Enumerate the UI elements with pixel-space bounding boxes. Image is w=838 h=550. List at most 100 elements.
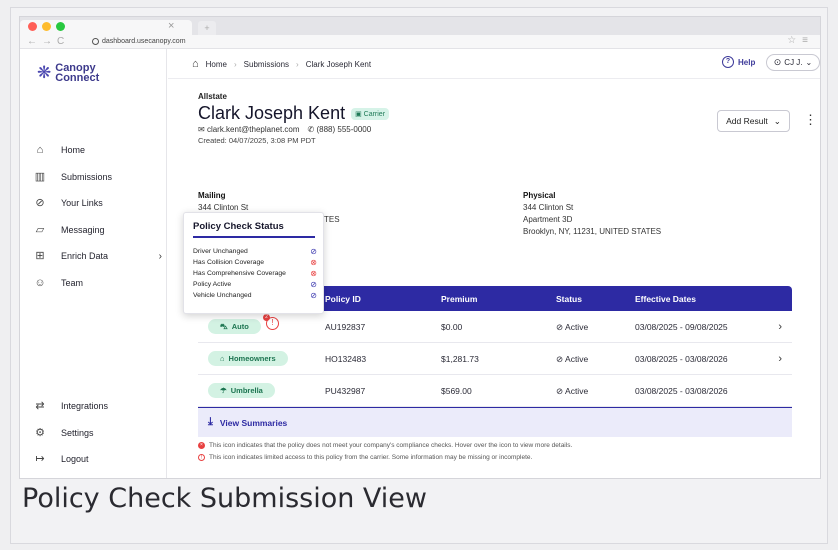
policy-id: PU432987 — [325, 386, 366, 396]
chevron-right-icon: › — [234, 59, 237, 69]
sidebar-item-label: Integrations — [61, 401, 109, 412]
enrich-data-icon: ⊞ — [35, 250, 45, 263]
url-field[interactable]: dashboard.usecanopy.com — [92, 38, 186, 45]
help-button[interactable]: ? Help — [722, 56, 755, 68]
logo-line2: Connect — [55, 72, 100, 84]
breadcrumb-current: Clark Joseph Kent — [305, 59, 372, 69]
more-options-icon[interactable]: ⋮ — [804, 112, 817, 128]
user-menu-button[interactable]: ⊙ CJ J. ⌄ — [766, 54, 820, 71]
email[interactable]: clark.kent@theplanet.com — [207, 125, 300, 134]
user-initials: CJ J. — [784, 58, 803, 67]
limited-access-icon: ! — [198, 454, 205, 461]
effective-dates: 03/08/2025 - 09/08/2025 — [635, 322, 728, 332]
submissions-icon: ▥ — [34, 170, 46, 183]
email-icon: ✉ — [198, 125, 205, 134]
car-icon: ⛍ — [220, 321, 228, 331]
canopy-logo-icon: ❋ — [37, 63, 52, 82]
effective-dates: 03/08/2025 - 03/08/2026 — [635, 386, 728, 396]
mailing-line3-tail: TES — [324, 215, 340, 224]
user-shield-icon: ⊙ — [773, 57, 782, 67]
table-row[interactable]: ⌂ Homeowners HO132483 $1,281.73 ⊘ Active … — [198, 343, 792, 375]
policy-check-label: Has Collision Coverage — [193, 259, 265, 266]
physical-line1: 344 Clinton St — [523, 203, 574, 212]
header-status: Status — [556, 294, 582, 304]
status: ⊘ Active — [556, 386, 589, 396]
policy-check-label: Has Comprehensive Coverage — [193, 270, 286, 277]
lock-icon — [92, 38, 99, 45]
view-summaries-button[interactable]: ⤓ View Summaries — [198, 407, 792, 437]
premium: $0.00 — [441, 322, 463, 332]
status: ⊘ Active — [556, 354, 589, 364]
logout-icon: ↦ — [35, 453, 45, 466]
policy-check-label: Policy Active — [193, 281, 232, 288]
policy-id: HO132483 — [325, 354, 367, 364]
compliance-fail-icon: × — [198, 442, 205, 449]
tab-bar: × + — [20, 17, 820, 35]
compliance-count-badge[interactable]: 2 — [263, 314, 270, 321]
sidebar-item-settings[interactable]: ⚙ Settings — [33, 420, 159, 447]
top-bar: ⌂ Home › Submissions › Clark Joseph Kent… — [168, 49, 820, 79]
sidebar-item-team[interactable]: ☺ Team — [33, 270, 159, 297]
chevron-down-icon: ⌄ — [805, 58, 813, 67]
limited-access-note: ! This icon indicates limited access to … — [198, 454, 532, 461]
sidebar-nav-bottom: ⇄ Integrations ⚙ Settings ↦ Logout — [33, 393, 159, 473]
add-result-button[interactable]: Add Result ⌄ — [717, 110, 790, 132]
premium: $1,281.73 — [441, 354, 479, 364]
check-fail-icon: ⊗ — [310, 258, 317, 267]
compliance-note: × This icon indicates that the policy do… — [198, 442, 572, 449]
sidebar-nav: ⌂ Home ▥ Submissions ⊘ Your Links ▱ Messaging ⊞ E… — [33, 137, 162, 297]
sidebar-item-integrations[interactable]: ⇄ Integrations — [33, 393, 159, 420]
sidebar-item-submissions[interactable]: ▥ Submissions — [33, 164, 159, 191]
sidebar-item-messaging[interactable]: ▱ Messaging — [33, 217, 159, 244]
canopy-logo[interactable]: ❋ Canopy Connect — [37, 63, 100, 84]
close-window-dot[interactable] — [28, 22, 37, 31]
contact-info: ✉ clark.kent@theplanet.com ✆ (888) 555-0… — [198, 125, 371, 134]
chevron-right-icon[interactable]: › — [778, 353, 782, 365]
policy-type-pill[interactable]: ⛍ Auto — [208, 319, 261, 334]
sidebar-item-your-links[interactable]: ⊘ Your Links — [33, 190, 159, 217]
check-circle-icon: ⊘ — [556, 354, 564, 364]
maximize-window-dot[interactable] — [56, 22, 65, 31]
sidebar-item-home[interactable]: ⌂ Home — [33, 137, 159, 164]
check-fail-icon: ⊗ — [310, 269, 317, 278]
policy-check-label: Vehicle Unchanged — [193, 292, 252, 299]
header-policy-id: Policy ID — [325, 294, 361, 304]
phone[interactable]: (888) 555-0000 — [316, 125, 371, 134]
chevron-right-icon: › — [158, 250, 162, 262]
popover-title: Policy Check Status — [193, 221, 284, 232]
policy-check-item: Policy Active ⊘ — [193, 279, 317, 290]
policy-check-label: Driver Unchanged — [193, 248, 248, 255]
breadcrumb-submissions[interactable]: Submissions — [244, 60, 289, 69]
table-row[interactable]: ☂ Umbrella PU432987 $569.00 ⊘ Active 03/0… — [198, 375, 792, 407]
tab-close-icon[interactable]: × — [168, 20, 174, 32]
chevron-right-icon[interactable]: › — [778, 321, 782, 333]
messaging-icon: ▱ — [35, 223, 45, 236]
sidebar-item-label: Home — [61, 145, 86, 156]
nav-arrows-icon[interactable]: ←→C — [27, 36, 69, 47]
check-pass-icon: ⊘ — [310, 291, 317, 300]
policy-check-list: Driver Unchanged ⊘ Has Collision Coverage ⊗… — [193, 246, 317, 301]
mailing-title: Mailing — [198, 191, 226, 200]
bookmark-menu-icon[interactable]: ☆≡ — [787, 35, 814, 46]
effective-dates: 03/08/2025 - 03/08/2026 — [635, 354, 728, 364]
popover-divider — [193, 236, 315, 238]
minimize-window-dot[interactable] — [42, 22, 51, 31]
umbrella-icon: ☂ — [220, 386, 227, 395]
breadcrumb-home[interactable]: Home — [206, 60, 227, 69]
new-tab-button[interactable]: + — [198, 21, 216, 35]
caption: Policy Check Submission View — [22, 483, 427, 514]
policy-type-pill[interactable]: ☂ Umbrella — [208, 383, 275, 398]
sidebar-item-logout[interactable]: ↦ Logout — [33, 446, 159, 473]
physical-title: Physical — [523, 191, 556, 200]
sidebar-item-label: Enrich Data — [61, 251, 109, 262]
policy-type-pill[interactable]: ⌂ Homeowners — [208, 351, 288, 366]
sidebar-item-label: Messaging — [61, 224, 105, 235]
help-icon: ? — [722, 56, 734, 68]
policy-check-item: Vehicle Unchanged ⊘ — [193, 290, 317, 301]
sidebar-item-enrich-data[interactable]: ⊞ Enrich Data › — [33, 243, 162, 270]
carrier-badge: ▣ Carrier — [351, 107, 390, 120]
home-icon[interactable]: ⌂ — [192, 58, 199, 70]
address-bar: ←→C dashboard.usecanopy.com ☆≡ — [20, 35, 820, 49]
table-row[interactable]: ⛍ Auto ! 2 AU192837 $0.00 ⊘ Active 03/08/… — [198, 311, 792, 343]
phone-icon: ✆ — [307, 125, 315, 134]
